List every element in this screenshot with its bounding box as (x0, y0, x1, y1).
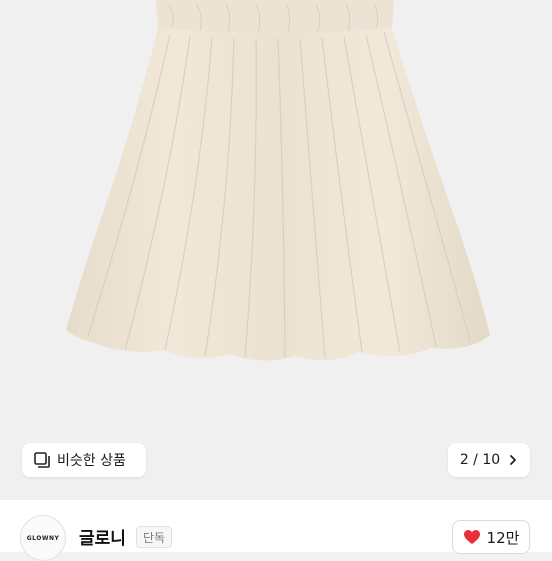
like-count: 12만 (486, 528, 520, 547)
heart-icon (463, 530, 480, 544)
similar-items-icon (34, 452, 50, 468)
image-page-count: 2 / 10 (459, 452, 501, 468)
image-pager[interactable]: 2 / 10 (448, 443, 530, 477)
seller-avatar[interactable]: GLOWNY (20, 515, 66, 561)
seller-logo-text: GLOWNY (26, 534, 60, 542)
like-button[interactable]: 12만 (452, 520, 530, 554)
product-image (66, 0, 490, 361)
chevron-right-icon (510, 455, 517, 465)
exclusive-badge: 단독 (136, 526, 173, 548)
similar-items-button[interactable]: 비슷한 상품 (22, 443, 146, 477)
similar-items-label: 비슷한 상품 (57, 453, 126, 469)
product-image-gallery[interactable]: 비슷한 상품 2 / 10 (0, 0, 552, 500)
seller-bar: GLOWNY 글로니 단독 12만 (0, 500, 552, 561)
seller-name[interactable]: 글로니 (79, 524, 126, 549)
